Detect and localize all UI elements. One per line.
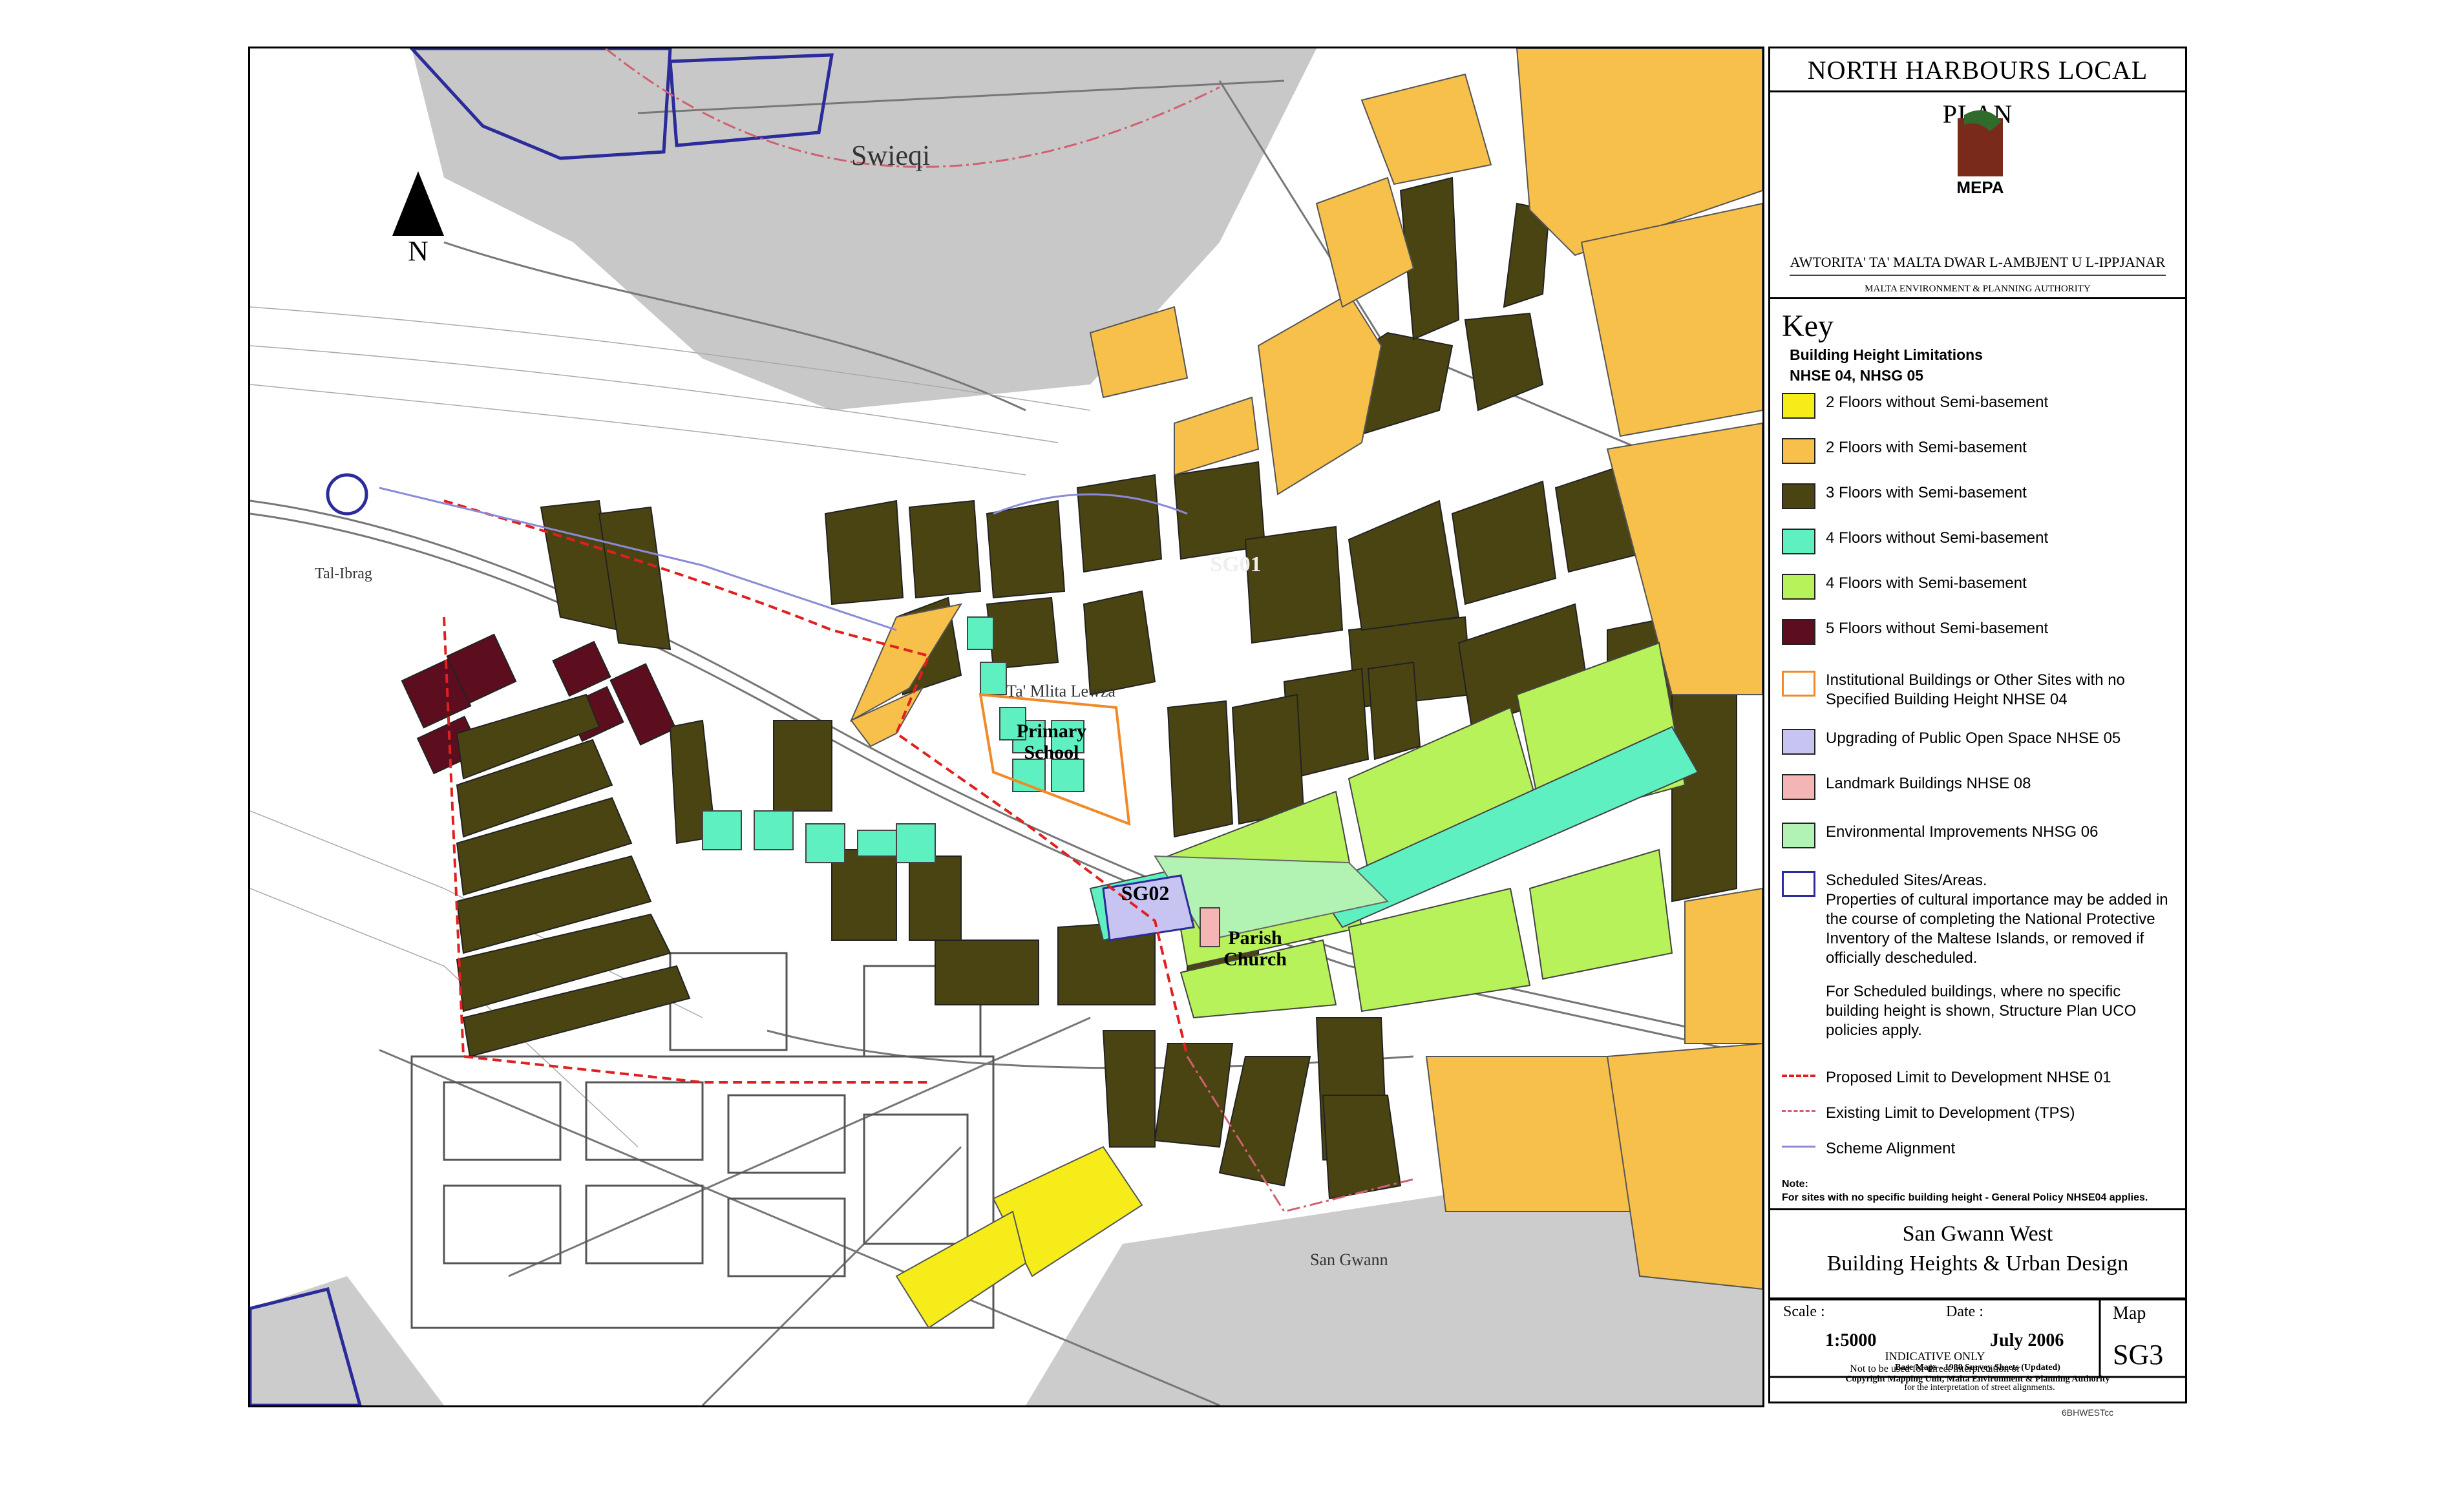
key-line-label: Existing Limit to Development (TPS) xyxy=(1826,1104,2075,1122)
swatch-four-floors-no-semi xyxy=(1782,529,1815,554)
swatch-two-floors-semi xyxy=(1782,438,1815,464)
key-item: 3 Floors with Semi-basement xyxy=(1782,483,2177,509)
scale-value: 1:5000 xyxy=(1825,1330,1877,1350)
date-value: July 2006 xyxy=(1990,1330,2064,1350)
key-heading-line-2: NHSE 04, NHSG 05 xyxy=(1790,367,1924,384)
logo-text: MEPA xyxy=(1956,178,2004,197)
authority-name-english: MALTA ENVIRONMENT & PLANNING AUTHORITY xyxy=(1865,284,2091,294)
scheduled-label: Scheduled Sites/Areas. xyxy=(1826,872,1987,889)
key-item: 2 Floors without Semi-basement xyxy=(1782,393,2177,419)
copyright-credit: Copyright Mapping Unit, Malta Environmen… xyxy=(1845,1374,2110,1385)
base-maps-credit: Base Maps - 1988 Survey Sheets (Updated) xyxy=(1895,1363,2060,1372)
swatch-scheduled xyxy=(1782,871,1815,897)
place-label-san-gwann: San Gwann xyxy=(1310,1250,1388,1269)
map-canvas xyxy=(250,48,1762,1405)
key-line-item: Scheme Alignment xyxy=(1782,1139,2177,1159)
swatch-five-floors-no-semi xyxy=(1782,619,1815,645)
key-item-label: 3 Floors with Semi-basement xyxy=(1826,484,2027,501)
key-item-label: 2 Floors without Semi-basement xyxy=(1826,394,2049,411)
map-key: Key Building Height Limitations NHSE 04,… xyxy=(1770,299,2185,1210)
key-item: Environmental Improvements NHSG 06 xyxy=(1782,823,2177,848)
swatch-public-open-space xyxy=(1782,729,1815,755)
map-number-label: Map xyxy=(2113,1303,2146,1323)
key-item-label: Institutional Buildings or Other Sites w… xyxy=(1826,671,2125,708)
key-item: 5 Floors without Semi-basement xyxy=(1782,619,2177,645)
copyright-block: Base Maps - 1988 Survey Sheets (Updated)… xyxy=(1768,1362,2187,1385)
map-title-line-2: Building Heights & Urban Design xyxy=(1826,1251,2129,1276)
key-note: Note: For sites with no specific buildin… xyxy=(1782,1178,2148,1205)
key-item-scheduled: Scheduled Sites/Areas. Properties of cul… xyxy=(1782,871,2177,1040)
plan-title: NORTH HARBOURS LOCAL PLAN xyxy=(1770,48,2185,129)
place-label-ta-mlita: Ta' Mlita Lewza xyxy=(1006,682,1116,700)
key-line-label: Proposed Limit to Development NHSE 01 xyxy=(1826,1069,2111,1086)
scheme-alignment-line xyxy=(379,487,1188,631)
map-label-sg02[interactable]: SG02 xyxy=(1110,881,1181,905)
map-label-sg01[interactable]: SG01 xyxy=(1200,552,1271,576)
key-item: Institutional Buildings or Other Sites w… xyxy=(1782,671,2177,709)
place-label-tal-ibrag: Tal-Ibrag xyxy=(315,565,372,582)
swatch-three-floors-semi xyxy=(1782,483,1815,509)
scheduled-text-1: Properties of cultural importance may be… xyxy=(1826,891,2168,967)
key-item: 2 Floors with Semi-basement xyxy=(1782,438,2177,464)
key-line-item: Proposed Limit to Development NHSE 01 xyxy=(1782,1068,2177,1087)
indicative-note: INDICATIVE ONLY xyxy=(1885,1350,1985,1363)
key-item-label: Landmark Buildings NHSE 08 xyxy=(1826,775,2031,792)
swatch-two-floors-no-semi xyxy=(1782,393,1815,419)
key-item-label: 4 Floors with Semi-basement xyxy=(1826,574,2027,592)
map-label-parish-church[interactable]: Parish Church xyxy=(1220,927,1291,970)
key-item: 4 Floors with Semi-basement xyxy=(1782,574,2177,600)
key-item-label: 5 Floors without Semi-basement xyxy=(1826,620,2049,637)
swatch-four-floors-semi xyxy=(1782,574,1815,600)
date-label: Date : xyxy=(1946,1303,1983,1320)
authority-block: MEPA AWTORITA' TA' MALTA DWAR L-AMBJENT … xyxy=(1770,92,2185,299)
key-item-label: 2 Floors with Semi-basement xyxy=(1826,439,2027,456)
key-heading: Building Height Limitations NHSE 04, NHS… xyxy=(1790,344,1983,386)
place-label-swieqi: Swieqi xyxy=(851,140,931,171)
map-title-block: San Gwann West Building Heights & Urban … xyxy=(1770,1210,2185,1299)
authority-name-maltese: AWTORITA' TA' MALTA DWAR L-AMBJENT U L-I… xyxy=(1790,254,2166,276)
zone-five-floors xyxy=(401,633,677,775)
swatch-landmark xyxy=(1782,774,1815,800)
mepa-logo: MEPA xyxy=(1945,105,2016,209)
key-item: 4 Floors without Semi-basement xyxy=(1782,529,2177,554)
legend-panel: NORTH HARBOURS LOCAL PLAN MEPA AWTORITA'… xyxy=(1768,47,2187,1403)
north-arrow: N xyxy=(379,165,457,281)
swatch-institutional xyxy=(1782,671,1815,697)
key-item-label: Upgrading of Public Open Space NHSE 05 xyxy=(1826,730,2121,747)
key-line-label: Scheme Alignment xyxy=(1826,1140,1956,1157)
key-title: Key xyxy=(1782,309,1834,343)
line-proposed-limit xyxy=(1782,1068,1815,1081)
map-meta-block: Scale : Date : Map 1:5000 July 2006 SG3 … xyxy=(1770,1299,2185,1405)
key-line-item: Existing Limit to Development (TPS) xyxy=(1782,1104,2177,1123)
line-scheme-alignment xyxy=(1782,1139,1815,1152)
terrain-southwest xyxy=(250,1276,444,1405)
key-item-label: Environmental Improvements NHSG 06 xyxy=(1826,823,2099,841)
line-existing-limit xyxy=(1782,1104,1815,1117)
note-title: Note: xyxy=(1782,1179,1808,1190)
map-label-primary-school[interactable]: Primary School xyxy=(1013,720,1090,763)
key-item-label: 4 Floors without Semi-basement xyxy=(1826,529,2049,547)
swatch-environmental xyxy=(1782,823,1815,848)
key-item-scheduled-text: Scheduled Sites/Areas. Properties of cul… xyxy=(1826,871,2177,1040)
zone-landmark xyxy=(1200,907,1220,947)
north-label: N xyxy=(408,235,428,267)
key-heading-line-1: Building Height Limitations xyxy=(1790,346,1983,363)
file-reference: 6BHWESTcc xyxy=(2062,1407,2114,1418)
key-item: Landmark Buildings NHSE 08 xyxy=(1782,774,2177,800)
map-title-line-1: San Gwann West xyxy=(1902,1222,2053,1246)
scheduled-text-2: For Scheduled buildings, where no specif… xyxy=(1826,983,2137,1039)
key-item: Upgrading of Public Open Space NHSE 05 xyxy=(1782,729,2177,755)
note-text: For sites with no specific building heig… xyxy=(1782,1192,2148,1203)
map-area[interactable]: N Swieqi Tal-Ibrag Ta' Mlita Lewza San G… xyxy=(248,47,1764,1407)
scale-label: Scale : xyxy=(1783,1303,1825,1320)
